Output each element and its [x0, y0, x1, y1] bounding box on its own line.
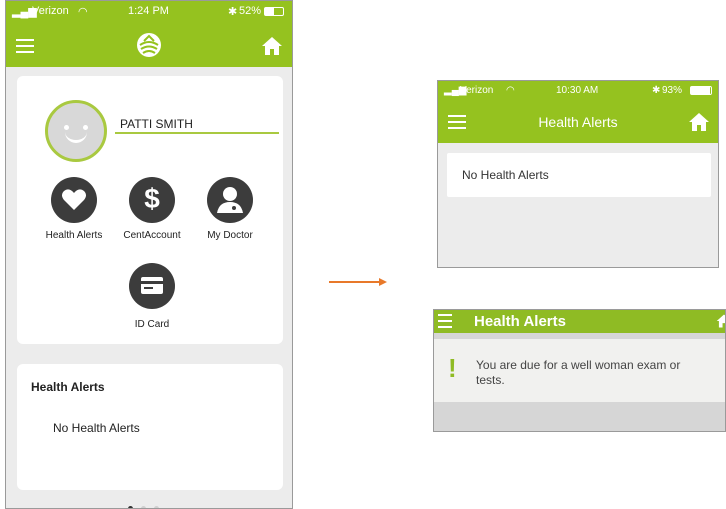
- battery-percent: 93%: [662, 85, 683, 96]
- status-bar: ▂▄▆ Verizon ◠ 1:24 PM ✱ 52%: [6, 1, 292, 23]
- app-header: Health Alerts: [438, 101, 718, 143]
- alert-message-card: No Health Alerts: [447, 153, 711, 197]
- home-icon[interactable]: [261, 36, 283, 56]
- name-underline: [115, 132, 279, 134]
- heart-icon: [62, 189, 86, 210]
- profile-name: PATTI SMITH: [120, 117, 193, 131]
- health-alerts-card: Health Alerts No Health Alerts: [17, 364, 283, 490]
- battery-icon: [264, 7, 284, 16]
- home-icon[interactable]: [688, 112, 710, 132]
- health-alerts-label: Health Alerts: [45, 230, 103, 241]
- status-time: 10:30 AM: [556, 85, 599, 96]
- logo-icon: [137, 33, 161, 57]
- alert-text: You are due for a well woman exam or tes…: [476, 358, 681, 387]
- arrow-icon: [329, 278, 387, 286]
- status-bar: ▂▄▆ Verizon ◠ 10:30 AM ✱ 93%: [438, 81, 718, 101]
- menu-icon[interactable]: [16, 39, 34, 53]
- bluetooth-icon: ✱: [228, 6, 238, 18]
- exclamation-icon: !: [448, 353, 457, 383]
- profile-card: PATTI SMITH Health Alerts $ CentAccount …: [17, 76, 283, 344]
- carrier-label: Verizon: [460, 85, 494, 96]
- avatar[interactable]: [45, 100, 107, 162]
- page-indicator[interactable]: [124, 498, 163, 508]
- wifi-icon: ◠: [78, 6, 88, 18]
- page-title: Health Alerts: [474, 313, 566, 330]
- centaccount-button[interactable]: $: [129, 177, 175, 223]
- my-doctor-button[interactable]: [207, 177, 253, 223]
- battery-percent: 52%: [239, 5, 262, 17]
- dollar-icon: $: [144, 183, 160, 214]
- my-doctor-label: My Doctor: [207, 230, 253, 241]
- alert-row[interactable]: ! You are due for a well woman exam or t…: [434, 339, 725, 402]
- id-card-icon: [141, 277, 163, 294]
- phone-health-alerts-screen: ▂▄▆ Verizon ◠ 10:30 AM ✱ 93% Health Aler…: [437, 80, 719, 268]
- carrier-label: Verizon: [32, 5, 69, 17]
- phone-home-screen: ▂▄▆ Verizon ◠ 1:24 PM ✱ 52% PATTI SMITH: [5, 0, 293, 509]
- wifi-icon: ◠: [506, 85, 515, 96]
- health-alerts-message: No Health Alerts: [53, 421, 140, 435]
- app-header: Health Alerts: [434, 310, 725, 333]
- doctor-icon: [217, 187, 243, 213]
- battery-icon: [690, 86, 712, 95]
- status-time: 1:24 PM: [128, 5, 169, 17]
- home-icon[interactable]: [716, 313, 726, 329]
- phone-alert-detail-snippet: Health Alerts ! You are due for a well w…: [433, 309, 726, 432]
- menu-icon[interactable]: [438, 314, 452, 328]
- health-alerts-button[interactable]: [51, 177, 97, 223]
- health-alerts-title: Health Alerts: [31, 380, 105, 394]
- alert-message: No Health Alerts: [462, 168, 549, 182]
- bluetooth-icon: ✱: [652, 85, 661, 96]
- id-card-label: ID Card: [134, 319, 170, 330]
- id-card-button[interactable]: [129, 263, 175, 309]
- page-title: Health Alerts: [538, 114, 618, 130]
- centaccount-label: CentAccount: [123, 230, 181, 241]
- app-header: [6, 23, 292, 67]
